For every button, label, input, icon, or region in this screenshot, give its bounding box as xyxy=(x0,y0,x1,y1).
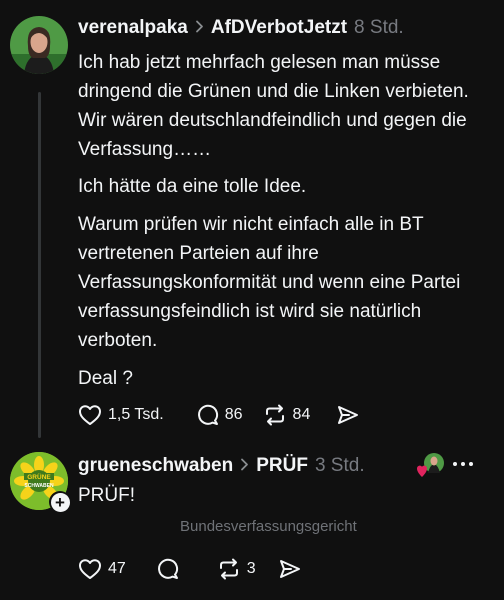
share-button[interactable] xyxy=(278,558,308,580)
like-count: 47 xyxy=(108,559,126,577)
comment-icon xyxy=(197,404,218,425)
repost-count: 84 xyxy=(292,405,311,423)
username[interactable]: verenalpaka xyxy=(78,17,188,39)
like-button[interactable]: 1,5 Tsd. xyxy=(78,404,164,426)
repost-count: 3 xyxy=(246,559,256,577)
more-icon[interactable] xyxy=(452,452,474,473)
post-header: verenalpaka AfDVerbotJetzt 8 Std. xyxy=(78,17,404,39)
share-button[interactable] xyxy=(336,404,366,426)
repost-button[interactable]: 3 xyxy=(217,558,256,580)
media-caption: Bundesverfassungsgericht xyxy=(180,518,357,535)
post-actions: 47 3 xyxy=(78,557,328,580)
timestamp: 8 Std. xyxy=(354,17,404,38)
comment-icon xyxy=(157,558,178,579)
paragraph: Warum prüfen wir nicht einfach alle in B… xyxy=(78,214,461,351)
reply-count: 86 xyxy=(224,405,243,423)
follow-button[interactable]: + xyxy=(49,491,71,513)
repost-icon xyxy=(219,558,238,579)
repost-button[interactable]: 84 xyxy=(263,404,311,426)
avatar-verenalpaka[interactable] xyxy=(10,16,68,74)
svg-text:GRÜNE: GRÜNE xyxy=(27,472,51,481)
post-body: PRÜF! xyxy=(78,481,494,520)
paragraph: Deal ? xyxy=(78,368,133,389)
post-actions: 1,5 Tsd. 86 84 xyxy=(78,403,386,426)
post-body: Ich hab jetzt mehrfach gelesen man müsse… xyxy=(78,48,494,403)
topic-tag[interactable]: PRÜF xyxy=(256,455,308,477)
paragraph: PRÜF! xyxy=(78,485,135,506)
paragraph: Ich hätte da eine tolle Idee. xyxy=(78,176,307,197)
like-button[interactable]: 47 xyxy=(78,558,126,580)
thread-line xyxy=(38,92,41,438)
username[interactable]: grueneschwaben xyxy=(78,455,233,477)
timestamp: 3 Std. xyxy=(314,455,365,476)
liked-by-author-indicator xyxy=(417,452,444,478)
repost-icon xyxy=(265,404,284,425)
heart-icon xyxy=(79,404,101,425)
reply-button[interactable]: 86 xyxy=(196,403,243,426)
share-icon xyxy=(279,559,300,578)
like-count: 1,5 Tsd. xyxy=(108,405,164,423)
topic-tag[interactable]: AfDVerbotJetzt xyxy=(211,17,347,39)
chevron-right-icon xyxy=(195,18,204,38)
reply-button[interactable] xyxy=(156,557,185,580)
share-icon xyxy=(338,405,359,424)
post-header: grueneschwaben PRÜF 3 Std. xyxy=(78,455,365,477)
svg-text:SCHWABEN: SCHWABEN xyxy=(24,483,54,489)
plus-icon: + xyxy=(50,492,70,512)
heart-icon xyxy=(79,558,101,579)
paragraph: Ich hab jetzt mehrfach gelesen man müsse… xyxy=(78,52,469,160)
chevron-right-icon xyxy=(240,456,249,476)
post-verenalpaka: verenalpaka AfDVerbotJetzt 8 Std. Ich ha… xyxy=(0,0,504,440)
avatar-photo xyxy=(10,16,68,74)
heart-icon xyxy=(417,465,427,477)
post-grueneschwaben: GRÜNE SCHWABEN + grueneschwaben PRÜF 3 S… xyxy=(0,440,504,600)
